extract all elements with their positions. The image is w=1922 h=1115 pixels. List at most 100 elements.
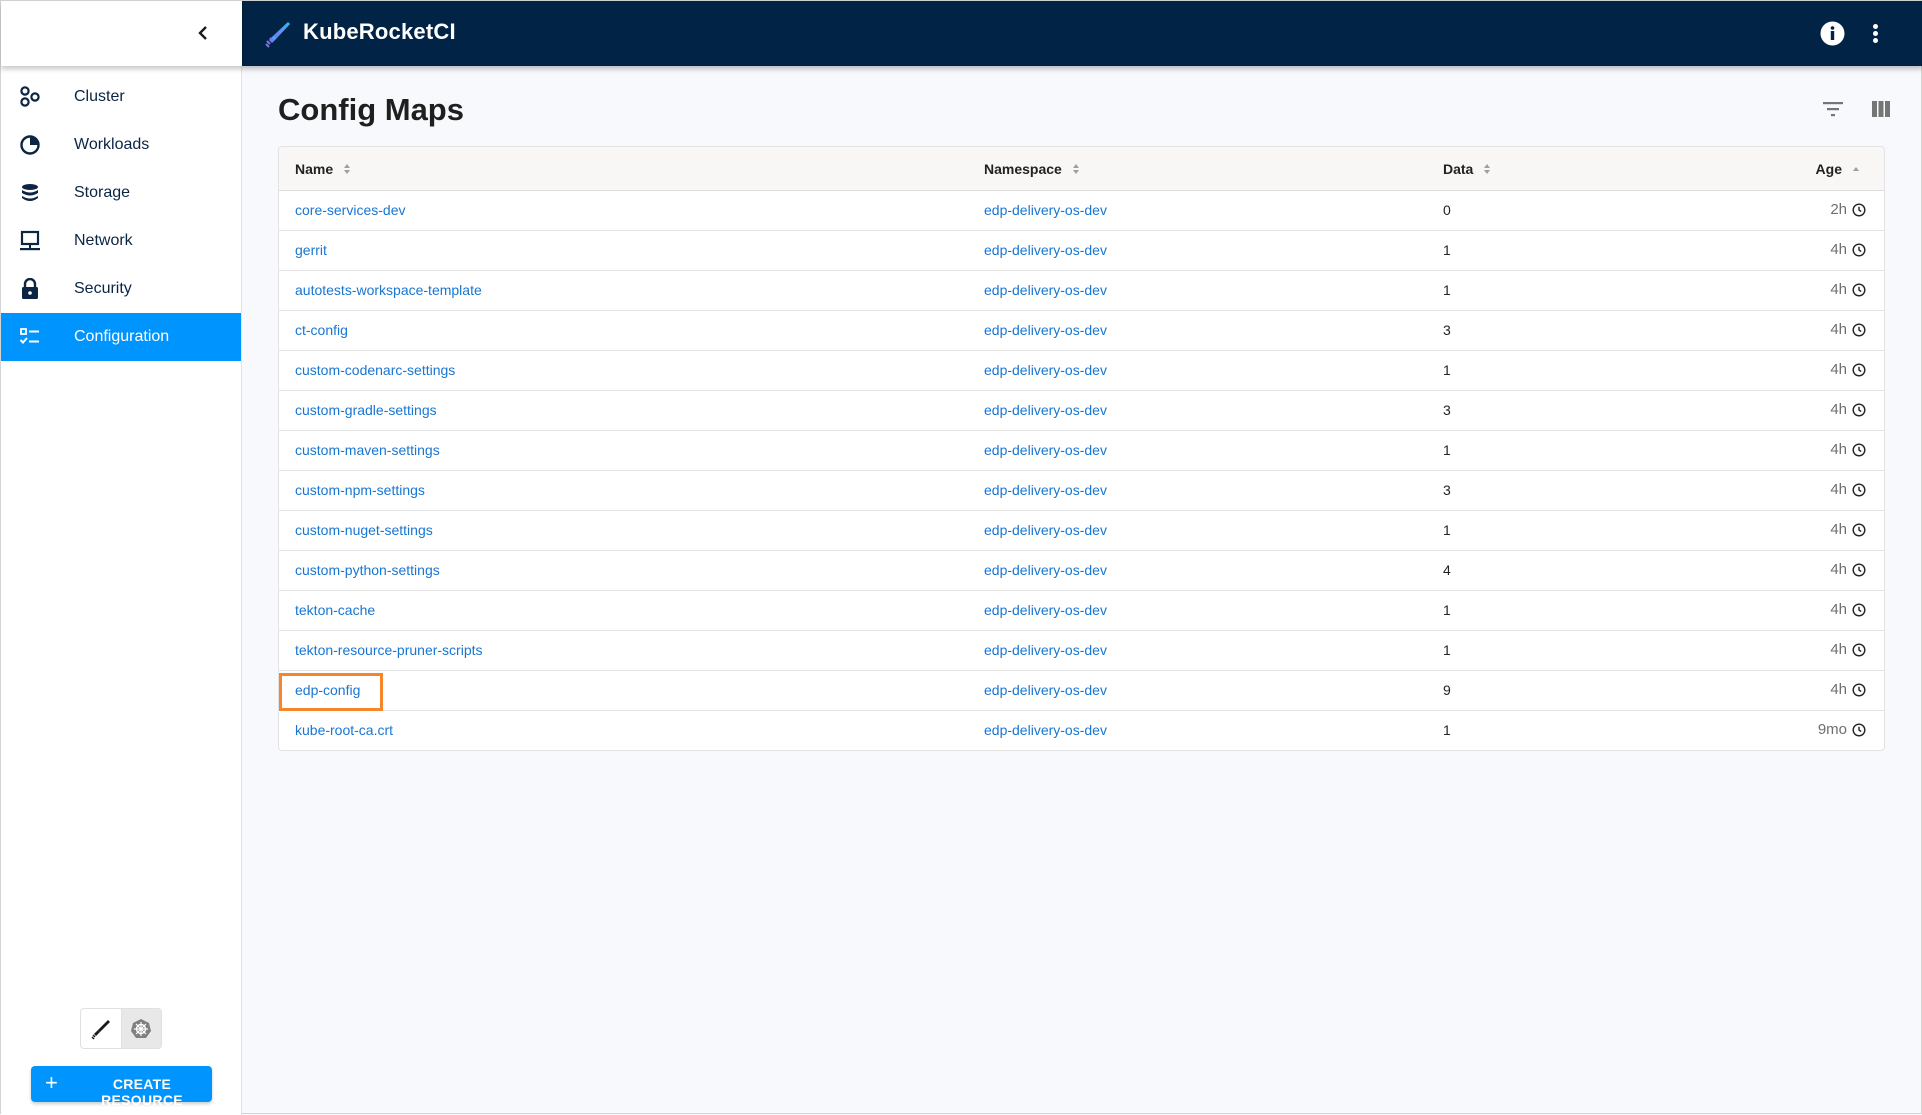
sidebar-item-storage[interactable]: Storage [1,169,241,217]
collapse-sidebar-button[interactable] [189,19,217,47]
data-count: 0 [1443,202,1451,218]
configmap-name-link[interactable]: autotests-workspace-template [295,282,482,298]
column-header-name[interactable]: Name [295,161,351,177]
namespace-link[interactable]: edp-delivery-os-dev [984,362,1107,378]
table-row[interactable]: custom-python-settings edp-delivery-os-de… [279,551,1884,591]
age-cell: 4h [1830,601,1866,618]
table-row[interactable]: custom-npm-settings edp-delivery-os-dev 3 4… [279,471,1884,511]
configmap-name-link[interactable]: edp-config [295,682,360,698]
data-count: 1 [1443,522,1451,538]
age-cell: 4h [1830,521,1866,538]
cluster-icon [19,86,41,108]
sidebar-item-label: Configuration [74,328,170,345]
workloads-icon [19,134,41,156]
clock-icon [1852,722,1866,737]
age-value: 4h [1830,681,1847,698]
namespace-link[interactable]: edp-delivery-os-dev [984,722,1107,738]
column-header-namespace[interactable]: Namespace [984,161,1080,177]
namespace-link[interactable]: edp-delivery-os-dev [984,642,1107,658]
sidebar-item-label: Network [74,232,133,249]
data-count: 1 [1443,642,1451,658]
table-row[interactable]: kube-root-ca.crt edp-delivery-os-dev 1 9mo [279,711,1884,750]
table-row[interactable]: tekton-resource-pruner-scripts edp-delive… [279,631,1884,671]
network-icon [19,230,41,252]
configmap-name-link[interactable]: custom-npm-settings [295,482,425,498]
create-resource-button[interactable]: + CREATE RESOURCE [31,1066,212,1108]
column-header-data[interactable]: Data [1443,161,1491,177]
configmap-name-link[interactable]: custom-python-settings [295,562,440,578]
configmap-name-link[interactable]: custom-nuget-settings [295,522,433,538]
table-row[interactable]: custom-maven-settings edp-delivery-os-dev… [279,431,1884,471]
table-header: Name Namespace Data Age [279,147,1884,191]
sidebar-item-configuration[interactable]: Configuration [1,313,241,361]
data-count: 1 [1443,722,1451,738]
clock-icon [1852,242,1866,257]
age-value: 4h [1830,441,1847,458]
configmap-name-link[interactable]: core-services-dev [295,202,405,218]
table-row[interactable]: custom-gradle-settings edp-delivery-os-de… [279,391,1884,431]
configmap-name-link[interactable]: custom-gradle-settings [295,402,437,418]
configmap-name-link[interactable]: tekton-resource-pruner-scripts [295,642,483,658]
info-icon[interactable] [1820,21,1845,46]
configmap-name-link[interactable]: custom-maven-settings [295,442,440,458]
configmap-name-link[interactable]: kube-root-ca.crt [295,722,393,738]
table-row[interactable]: custom-codenarc-settings edp-delivery-os-… [279,351,1884,391]
sidebar-item-security[interactable]: Security [1,265,241,313]
sidebar-item-label: Cluster [74,88,125,105]
age-value: 4h [1830,561,1847,578]
column-label: Age [1815,161,1842,177]
column-header-age[interactable]: Age [1816,161,1860,177]
krci-mode-toggle[interactable] [81,1009,121,1048]
configmap-name-link[interactable]: tekton-cache [295,602,375,618]
config-maps-table: Name Namespace Data Age core-services-de… [278,146,1885,751]
table-row[interactable]: autotests-workspace-template edp-delivery… [279,271,1884,311]
sidebar-item-cluster[interactable]: Cluster [1,73,241,121]
more-vert-icon[interactable] [1868,21,1882,46]
sidebar-item-label: Storage [74,184,131,201]
table-row[interactable]: tekton-cache edp-delivery-os-dev 1 4h [279,591,1884,631]
filter-icon[interactable] [1822,100,1844,118]
table-row[interactable]: core-services-dev edp-delivery-os-dev 0 2h [279,191,1884,231]
configmap-name-link[interactable]: custom-codenarc-settings [295,362,455,378]
sidebar-item-workloads[interactable]: Workloads [1,121,241,169]
sort-ascending-icon [1853,167,1859,171]
clock-icon [1852,322,1866,337]
age-value: 9mo [1817,721,1847,738]
namespace-link[interactable]: edp-delivery-os-dev [984,602,1107,618]
sidebar-nav: Cluster Workloads Storage Network Securi… [1,73,241,361]
column-label: Namespace [984,161,1062,177]
clock-icon [1852,482,1866,497]
table-row[interactable]: ct-config edp-delivery-os-dev 3 4h [279,311,1884,351]
age-cell: 4h [1830,281,1866,298]
data-count: 9 [1443,682,1451,698]
namespace-link[interactable]: edp-delivery-os-dev [984,242,1107,258]
brand-title[interactable]: KubeRocketCI [303,19,456,45]
lock-icon [19,278,41,300]
columns-icon[interactable] [1872,101,1890,117]
sidebar-item-network[interactable]: Network [1,217,241,265]
kubernetes-icon [131,1018,152,1038]
namespace-link[interactable]: edp-delivery-os-dev [984,562,1107,578]
table-row[interactable]: edp-config edp-delivery-os-dev 9 4h [279,671,1884,711]
configmap-name-link[interactable]: gerrit [295,242,327,258]
data-count: 1 [1443,442,1451,458]
data-count: 1 [1443,242,1451,258]
namespace-link[interactable]: edp-delivery-os-dev [984,322,1107,338]
namespace-link[interactable]: edp-delivery-os-dev [984,522,1107,538]
krci-rocket-icon [91,1019,110,1040]
kubernetes-mode-toggle[interactable] [120,1009,161,1048]
clock-icon [1852,282,1866,297]
data-count: 1 [1443,362,1451,378]
app-window: Cluster Workloads Storage Network Securi… [0,0,1922,1115]
data-count: 4 [1443,562,1451,578]
table-row[interactable]: custom-nuget-settings edp-delivery-os-dev… [279,511,1884,551]
namespace-link[interactable]: edp-delivery-os-dev [984,402,1107,418]
table-row[interactable]: gerrit edp-delivery-os-dev 1 4h [279,231,1884,271]
namespace-link[interactable]: edp-delivery-os-dev [984,202,1107,218]
namespace-link[interactable]: edp-delivery-os-dev [984,282,1107,298]
namespace-link[interactable]: edp-delivery-os-dev [984,682,1107,698]
namespace-link[interactable]: edp-delivery-os-dev [984,442,1107,458]
configmap-name-link[interactable]: ct-config [295,322,348,338]
sidebar-item-label: Workloads [74,136,150,153]
namespace-link[interactable]: edp-delivery-os-dev [984,482,1107,498]
